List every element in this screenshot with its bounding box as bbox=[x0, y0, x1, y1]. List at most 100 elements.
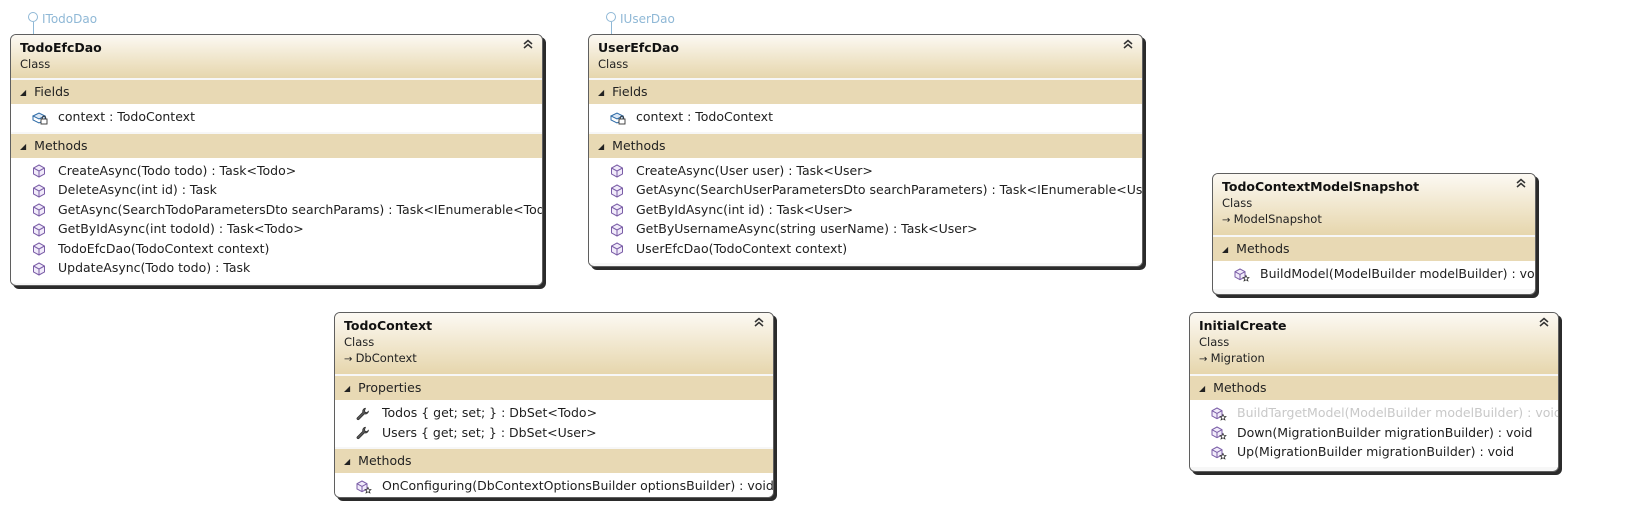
base-class-name: ModelSnapshot bbox=[1233, 212, 1322, 226]
member-row[interactable]: GetAsync(SearchUserParametersDto searchP… bbox=[589, 180, 1142, 200]
member-row[interactable]: OnConfiguring(DbContextOptionsBuilder op… bbox=[335, 476, 773, 496]
expand-triangle-icon: ◢ bbox=[344, 384, 351, 393]
member-text: GetByUsernameAsync(string userName) : Ta… bbox=[636, 221, 978, 236]
member-row[interactable]: GetAsync(SearchTodoParametersDto searchP… bbox=[11, 200, 542, 220]
private-field-icon bbox=[610, 111, 626, 125]
method-icon bbox=[32, 203, 48, 217]
section-header-properties[interactable]: ◢ Properties bbox=[335, 376, 773, 400]
protected-override-method-icon bbox=[1211, 445, 1227, 460]
member-text: BuildTargetModel(ModelBuilder modelBuild… bbox=[1237, 405, 1559, 420]
class-box-todocontextmodelsnapshot[interactable]: TodoContextModelSnapshot Class → ModelSnap… bbox=[1212, 173, 1536, 295]
member-row[interactable]: BuildTargetModel(ModelBuilder modelBuild… bbox=[1190, 403, 1558, 423]
section-header-methods[interactable]: ◢ Methods bbox=[335, 449, 773, 473]
member-row[interactable]: TodoEfcDao(TodoContext context) bbox=[11, 239, 542, 259]
expand-triangle-icon: ◢ bbox=[598, 88, 605, 97]
section-header-methods[interactable]: ◢ Methods bbox=[1190, 376, 1558, 400]
member-row[interactable]: GetByUsernameAsync(string userName) : Ta… bbox=[589, 219, 1142, 239]
member-text: Users { get; set; } : DbSet<User> bbox=[382, 424, 597, 440]
method-icon bbox=[610, 222, 626, 237]
property-wrench-icon bbox=[356, 426, 372, 440]
member-text: OnConfiguring(DbContextOptionsBuilder op… bbox=[382, 478, 774, 493]
method-icon bbox=[32, 164, 48, 178]
member-list: context : TodoContext bbox=[11, 104, 542, 132]
method-icon bbox=[32, 261, 48, 276]
member-text: TodoEfcDao(TodoContext context) bbox=[58, 240, 270, 256]
member-list: BuildModel(ModelBuilder modelBuilder) : … bbox=[1213, 261, 1535, 289]
base-class: → DbContext bbox=[344, 350, 765, 368]
member-row[interactable]: CreateAsync(Todo todo) : Task<Todo> bbox=[11, 161, 542, 181]
member-list: BuildTargetModel(ModelBuilder modelBuild… bbox=[1190, 400, 1558, 467]
member-text: GetAsync(SearchUserParametersDto searchP… bbox=[636, 182, 1143, 197]
method-icon bbox=[32, 242, 48, 256]
member-row[interactable]: GetByIdAsync(int id) : Task<User> bbox=[589, 200, 1142, 220]
member-row[interactable]: UserEfcDao(TodoContext context) bbox=[589, 239, 1142, 259]
member-list: Todos { get; set; } : DbSet<Todo> Users {… bbox=[335, 400, 773, 447]
member-text: CreateAsync(User user) : Task<User> bbox=[636, 162, 873, 178]
section-title: Fields bbox=[612, 84, 648, 99]
private-field-icon bbox=[32, 111, 48, 125]
collapse-chevron-icon[interactable] bbox=[1515, 177, 1527, 193]
expand-triangle-icon: ◢ bbox=[20, 88, 27, 97]
class-header: TodoEfcDao Class bbox=[11, 35, 542, 78]
class-header: UserEfcDao Class bbox=[589, 35, 1142, 78]
member-row[interactable]: context : TodoContext bbox=[589, 107, 1142, 127]
expand-triangle-icon: ◢ bbox=[1199, 384, 1206, 393]
protected-override-method-icon bbox=[1211, 406, 1227, 421]
class-name: UserEfcDao bbox=[598, 40, 680, 55]
class-box-initialcreate[interactable]: InitialCreate Class → Migration ◢ Methods Bui… bbox=[1189, 312, 1559, 472]
method-icon bbox=[610, 183, 626, 198]
section-title: Methods bbox=[358, 453, 412, 468]
class-box-todocontext[interactable]: TodoContext Class → DbContext ◢ Properties To… bbox=[334, 312, 774, 498]
class-name: TodoEfcDao bbox=[20, 40, 102, 55]
class-kind: Class bbox=[344, 335, 375, 349]
class-name: InitialCreate bbox=[1199, 318, 1287, 333]
member-text: GetByIdAsync(int id) : Task<User> bbox=[636, 201, 854, 217]
member-row[interactable]: Up(MigrationBuilder migrationBuilder) : … bbox=[1190, 442, 1558, 462]
member-row[interactable]: GetByIdAsync(int todoId) : Task<Todo> bbox=[11, 219, 542, 239]
member-row[interactable]: Users { get; set; } : DbSet<User> bbox=[335, 423, 773, 443]
section-header-fields[interactable]: ◢ Fields bbox=[11, 80, 542, 104]
section-header-methods[interactable]: ◢ Methods bbox=[589, 133, 1142, 158]
method-icon bbox=[610, 164, 626, 178]
member-text: DeleteAsync(int id) : Task bbox=[58, 182, 217, 197]
protected-override-method-icon bbox=[1234, 267, 1250, 282]
section-header-methods[interactable]: ◢ Methods bbox=[11, 133, 542, 158]
section-title: Methods bbox=[34, 137, 88, 153]
method-icon bbox=[610, 242, 626, 256]
class-box-todoefcdao[interactable]: TodoEfcDao Class ◢ Fields context : TodoCont… bbox=[10, 34, 543, 286]
member-text: GetByIdAsync(int todoId) : Task<Todo> bbox=[58, 221, 304, 236]
inheritance-arrow-icon: → bbox=[1222, 215, 1234, 226]
member-row[interactable]: UpdateAsync(Todo todo) : Task bbox=[11, 258, 542, 278]
class-header: TodoContext Class → DbContext bbox=[335, 313, 773, 374]
collapse-chevron-icon[interactable] bbox=[753, 316, 765, 332]
collapse-chevron-icon[interactable] bbox=[522, 38, 534, 54]
base-class-name: Migration bbox=[1210, 351, 1265, 365]
section-header-methods[interactable]: ◢ Methods bbox=[1213, 237, 1535, 261]
collapse-chevron-icon[interactable] bbox=[1122, 38, 1134, 54]
class-header: InitialCreate Class → Migration bbox=[1190, 313, 1558, 374]
member-text: Up(MigrationBuilder migrationBuilder) : … bbox=[1237, 444, 1515, 459]
member-list: context : TodoContext bbox=[589, 104, 1142, 132]
member-row[interactable]: Todos { get; set; } : DbSet<Todo> bbox=[335, 403, 773, 423]
member-text: BuildModel(ModelBuilder modelBuilder) : … bbox=[1260, 266, 1536, 281]
member-text: context : TodoContext bbox=[58, 109, 195, 124]
member-text: UpdateAsync(Todo todo) : Task bbox=[58, 260, 251, 275]
member-text: Down(MigrationBuilder migrationBuilder) … bbox=[1237, 424, 1533, 440]
member-row[interactable]: BuildModel(ModelBuilder modelBuilder) : … bbox=[1213, 264, 1535, 284]
class-kind: Class bbox=[1222, 196, 1253, 210]
section-title: Methods bbox=[612, 137, 666, 153]
class-kind: Class bbox=[20, 57, 51, 71]
member-row[interactable]: context : TodoContext bbox=[11, 107, 542, 127]
member-text: CreateAsync(Todo todo) : Task<Todo> bbox=[58, 162, 297, 178]
class-box-userefcdao[interactable]: UserEfcDao Class ◢ Fields context : TodoCont… bbox=[588, 34, 1143, 267]
interface-circle-icon bbox=[28, 12, 38, 22]
collapse-chevron-icon[interactable] bbox=[1538, 316, 1550, 332]
member-row[interactable]: CreateAsync(User user) : Task<User> bbox=[589, 161, 1142, 181]
section-header-fields[interactable]: ◢ Fields bbox=[589, 80, 1142, 104]
class-name: TodoContextModelSnapshot bbox=[1222, 179, 1420, 194]
member-row[interactable]: Down(MigrationBuilder migrationBuilder) … bbox=[1190, 423, 1558, 443]
expand-triangle-icon: ◢ bbox=[20, 141, 27, 151]
member-row[interactable]: DeleteAsync(int id) : Task bbox=[11, 180, 542, 200]
member-list: CreateAsync(User user) : Task<User> GetAs… bbox=[589, 157, 1142, 263]
property-wrench-icon bbox=[356, 407, 372, 421]
